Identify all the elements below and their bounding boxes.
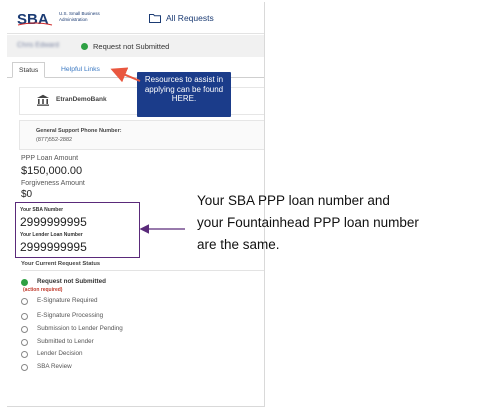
status-step-label: SBA Review bbox=[37, 363, 72, 370]
sba-logo: SBA bbox=[17, 11, 53, 27]
status-pending-icon bbox=[21, 364, 28, 371]
request-status-text: Request not Submitted bbox=[93, 42, 170, 51]
lender-number-label: Your Lender Loan Number bbox=[20, 232, 83, 238]
note-line: are the same. bbox=[197, 237, 280, 252]
forgiveness-amount-value: $0 bbox=[21, 189, 33, 200]
status-step-label: Submitted to Lender bbox=[37, 338, 94, 345]
loan-amount-value: $150,000.00 bbox=[21, 165, 83, 177]
tab-status[interactable]: Status bbox=[12, 62, 46, 78]
support-phone-card: General Support Phone Number: (877)552-2… bbox=[19, 120, 264, 150]
sba-number-value: 2999999995 bbox=[20, 215, 87, 229]
action-required-note: (action required) bbox=[23, 287, 63, 293]
all-requests-link[interactable]: All Requests bbox=[166, 13, 214, 23]
loan-amount-label: PPP Loan Amount bbox=[21, 155, 79, 162]
user-name: Chris Edward bbox=[17, 42, 60, 49]
current-status-title: Your Current Request Status bbox=[21, 261, 264, 271]
status-step-label: Request not Submitted bbox=[37, 278, 106, 285]
note-line: your Fountainhead PPP loan number bbox=[197, 215, 419, 230]
helpful-links-callout: Resources to assist in applying can be f… bbox=[137, 72, 231, 117]
logo-subtitle: U.S. Small Business Administration bbox=[59, 11, 100, 22]
phone-label: General Support Phone Number: bbox=[36, 128, 122, 134]
status-pending-icon bbox=[21, 313, 28, 320]
loan-number-note: Your SBA PPP loan number and your Founta… bbox=[197, 190, 497, 256]
status-step-label: Lender Decision bbox=[37, 350, 83, 357]
status-dot-icon bbox=[81, 43, 88, 50]
lender-number-value: 2999999995 bbox=[20, 240, 87, 254]
sba-number-label: Your SBA Number bbox=[20, 207, 64, 213]
status-pending-icon bbox=[21, 326, 28, 333]
note-line: Your SBA PPP loan number and bbox=[197, 193, 390, 208]
phone-number[interactable]: (877)552-2882 bbox=[36, 137, 72, 143]
forgiveness-amount-label: Forgiveness Amount bbox=[21, 180, 85, 187]
bank-icon bbox=[37, 94, 49, 106]
status-pending-icon bbox=[21, 298, 28, 305]
tab-helpful-links[interactable]: Helpful Links bbox=[55, 62, 106, 78]
status-step-label: E-Signature Required bbox=[37, 297, 98, 304]
top-bar: SBA U.S. Small Business Administration A… bbox=[7, 2, 264, 34]
user-status-bar: Chris Edward Request not Submitted bbox=[7, 35, 264, 57]
loan-numbers-highlight: Your SBA Number 2999999995 Your Lender L… bbox=[15, 202, 140, 258]
bank-name: EtranDemoBank bbox=[56, 96, 107, 103]
status-step-label: E-Signature Processing bbox=[37, 312, 104, 319]
status-complete-icon bbox=[21, 279, 28, 286]
status-step-label: Submission to Lender Pending bbox=[37, 325, 123, 332]
status-pending-icon bbox=[21, 351, 28, 358]
status-pending-icon bbox=[21, 339, 28, 346]
folder-icon[interactable] bbox=[149, 13, 161, 23]
